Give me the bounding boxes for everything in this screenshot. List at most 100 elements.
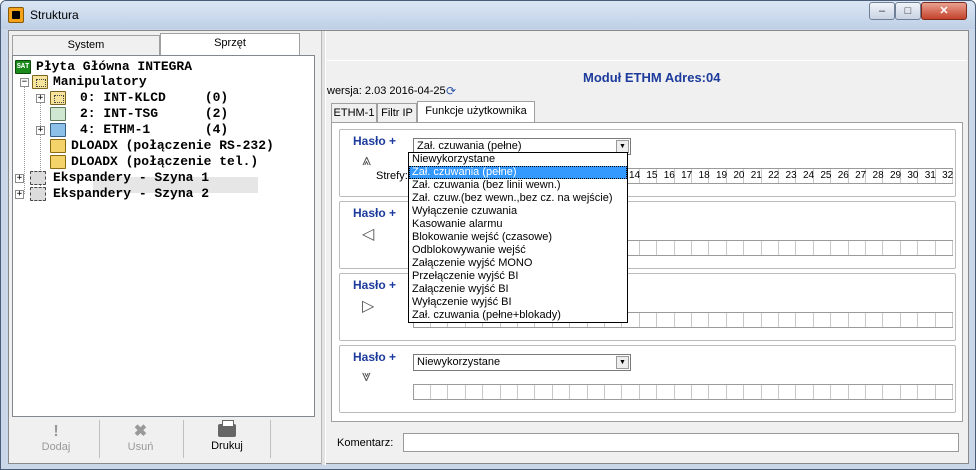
minimize-button[interactable]: – bbox=[869, 2, 895, 20]
dropdown-option[interactable]: Odblokowywanie wejść bbox=[409, 244, 627, 257]
dropdown-option[interactable]: Blokowanie wejść (czasowe) bbox=[409, 231, 627, 244]
chevron-down-icon[interactable]: ▼ bbox=[616, 356, 629, 369]
expand-icon[interactable]: + bbox=[36, 94, 45, 103]
zone-cell[interactable] bbox=[692, 385, 710, 399]
dropdown-option[interactable]: Przełączenie wyjść BI bbox=[409, 270, 627, 283]
zone-cell[interactable] bbox=[588, 385, 605, 399]
zone-cell[interactable] bbox=[623, 385, 640, 399]
zone-cell[interactable] bbox=[884, 313, 901, 327]
dropdown-option[interactable]: Wyłączenie czuwania bbox=[409, 205, 627, 218]
dropdown-option[interactable]: Zał. czuwania (pełne+blokady) bbox=[409, 309, 627, 322]
title-bar[interactable]: Struktura – □ ✕ bbox=[1, 1, 975, 29]
expand-icon[interactable]: + bbox=[36, 126, 45, 135]
zone-cell[interactable] bbox=[814, 385, 832, 399]
zone-cell[interactable] bbox=[745, 313, 762, 327]
zone-cell[interactable] bbox=[936, 241, 953, 255]
zone-cell[interactable] bbox=[919, 385, 936, 399]
zone-cell[interactable] bbox=[901, 241, 919, 255]
dropdown-option[interactable]: Załączenie wyjść BI bbox=[409, 283, 627, 296]
zone-cell[interactable] bbox=[797, 385, 814, 399]
tab-filtr-ip[interactable]: Filtr IP bbox=[377, 103, 417, 123]
zone-cell[interactable] bbox=[501, 385, 518, 399]
function-dropdown-list[interactable]: Niewykorzystane Zał. czuwania (pełne) Zał.… bbox=[408, 152, 628, 323]
zone-cell[interactable] bbox=[832, 313, 849, 327]
zone-cell[interactable] bbox=[849, 313, 866, 327]
zone-cell[interactable] bbox=[710, 241, 727, 255]
zone-cell[interactable] bbox=[727, 241, 745, 255]
zone-cell[interactable] bbox=[675, 385, 692, 399]
zone-cell[interactable] bbox=[814, 313, 832, 327]
zone-cell[interactable] bbox=[797, 313, 814, 327]
zone-cell[interactable] bbox=[762, 313, 779, 327]
zone-cell[interactable] bbox=[605, 385, 623, 399]
zone-cell[interactable] bbox=[745, 241, 762, 255]
zone-cell[interactable] bbox=[658, 385, 675, 399]
zone-cell[interactable] bbox=[710, 313, 727, 327]
tree-item-dloadx-tel[interactable]: DLOADX (połączenie tel.) bbox=[71, 154, 258, 170]
tab-system[interactable]: System bbox=[12, 35, 160, 55]
zone-cell[interactable] bbox=[518, 385, 536, 399]
zone-cell[interactable] bbox=[936, 385, 953, 399]
expand-icon[interactable]: + bbox=[15, 174, 24, 183]
zones-row[interactable] bbox=[413, 384, 953, 400]
tree-item-expanders-bus-1[interactable]: Ekspandery - Szyna 1 bbox=[53, 170, 209, 186]
zone-cell[interactable] bbox=[727, 313, 745, 327]
zone-cell[interactable] bbox=[414, 385, 431, 399]
dropdown-option[interactable]: Zał. czuwania (pełne) bbox=[409, 166, 627, 179]
zone-cell[interactable] bbox=[449, 385, 466, 399]
zone-cell[interactable] bbox=[884, 241, 901, 255]
zone-cell[interactable] bbox=[884, 385, 901, 399]
zone-cell[interactable] bbox=[919, 313, 936, 327]
zone-cell[interactable] bbox=[640, 313, 658, 327]
zone-cell[interactable] bbox=[779, 385, 797, 399]
zone-cell[interactable] bbox=[553, 385, 571, 399]
zone-cell[interactable] bbox=[849, 241, 866, 255]
zone-cell[interactable] bbox=[779, 241, 797, 255]
zone-cell[interactable] bbox=[779, 313, 797, 327]
dropdown-option[interactable]: Załączenie wyjść MONO bbox=[409, 257, 627, 270]
zone-cell[interactable] bbox=[675, 313, 692, 327]
zone-cell[interactable] bbox=[658, 241, 675, 255]
maximize-button[interactable]: □ bbox=[895, 2, 921, 20]
collapse-icon[interactable]: − bbox=[20, 78, 29, 87]
tab-funkcje-uzytkownika[interactable]: Funkcje użytkownika bbox=[417, 101, 535, 123]
zone-cell[interactable] bbox=[919, 241, 936, 255]
tab-sprzet[interactable]: Sprzęt bbox=[160, 33, 300, 55]
tree-item-mainboard[interactable]: Płyta Główna INTEGRA bbox=[36, 59, 192, 75]
zone-cell[interactable] bbox=[710, 385, 727, 399]
refresh-icon[interactable]: ⟳ bbox=[446, 84, 456, 98]
delete-button[interactable]: ✖ Usuń bbox=[99, 420, 181, 458]
print-button[interactable]: Drukuj bbox=[183, 420, 271, 458]
tree-item-manipulatory[interactable]: Manipulatory bbox=[53, 74, 147, 90]
zone-cell[interactable] bbox=[797, 241, 814, 255]
zone-cell[interactable] bbox=[431, 385, 449, 399]
zone-cell[interactable] bbox=[762, 385, 779, 399]
zone-cell[interactable] bbox=[814, 241, 832, 255]
tree-item-int-tsg[interactable]: 2: INT-TSG (2) bbox=[80, 106, 228, 122]
dropdown-option[interactable]: Wyłączenie wyjść BI bbox=[409, 296, 627, 309]
tree-item-expanders-bus-2[interactable]: Ekspandery - Szyna 2 bbox=[53, 186, 209, 202]
zone-cell[interactable] bbox=[936, 313, 953, 327]
zone-cell[interactable] bbox=[536, 385, 553, 399]
zone-cell[interactable] bbox=[849, 385, 866, 399]
expand-icon[interactable]: + bbox=[15, 190, 24, 199]
dropdown-option[interactable]: Zał. czuwania (bez linii wewn.) bbox=[409, 179, 627, 192]
zone-cell[interactable] bbox=[675, 241, 692, 255]
zone-cell[interactable] bbox=[640, 241, 658, 255]
tree-item-ethm-1[interactable]: 4: ETHM-1 (4) bbox=[80, 122, 228, 138]
comment-input[interactable] bbox=[403, 433, 959, 452]
zone-cell[interactable] bbox=[484, 385, 501, 399]
zone-cell[interactable] bbox=[832, 241, 849, 255]
zone-cell[interactable] bbox=[640, 385, 658, 399]
zone-cell[interactable] bbox=[571, 385, 588, 399]
add-button[interactable]: ! Dodaj bbox=[15, 420, 97, 458]
tree-item-dloadx-rs232[interactable]: DLOADX (połączenie RS-232) bbox=[71, 138, 274, 154]
close-button[interactable]: ✕ bbox=[921, 2, 967, 20]
tab-ethm-1[interactable]: ETHM-1 bbox=[331, 103, 377, 123]
tree-item-int-klcd[interactable]: 0: INT-KLCD (0) bbox=[80, 90, 228, 106]
zone-cell[interactable] bbox=[901, 313, 919, 327]
dropdown-option[interactable]: Niewykorzystane bbox=[409, 153, 627, 166]
zone-cell[interactable] bbox=[762, 241, 779, 255]
function-select-down[interactable]: Niewykorzystane ▼ bbox=[413, 354, 631, 371]
zone-cell[interactable] bbox=[692, 313, 710, 327]
